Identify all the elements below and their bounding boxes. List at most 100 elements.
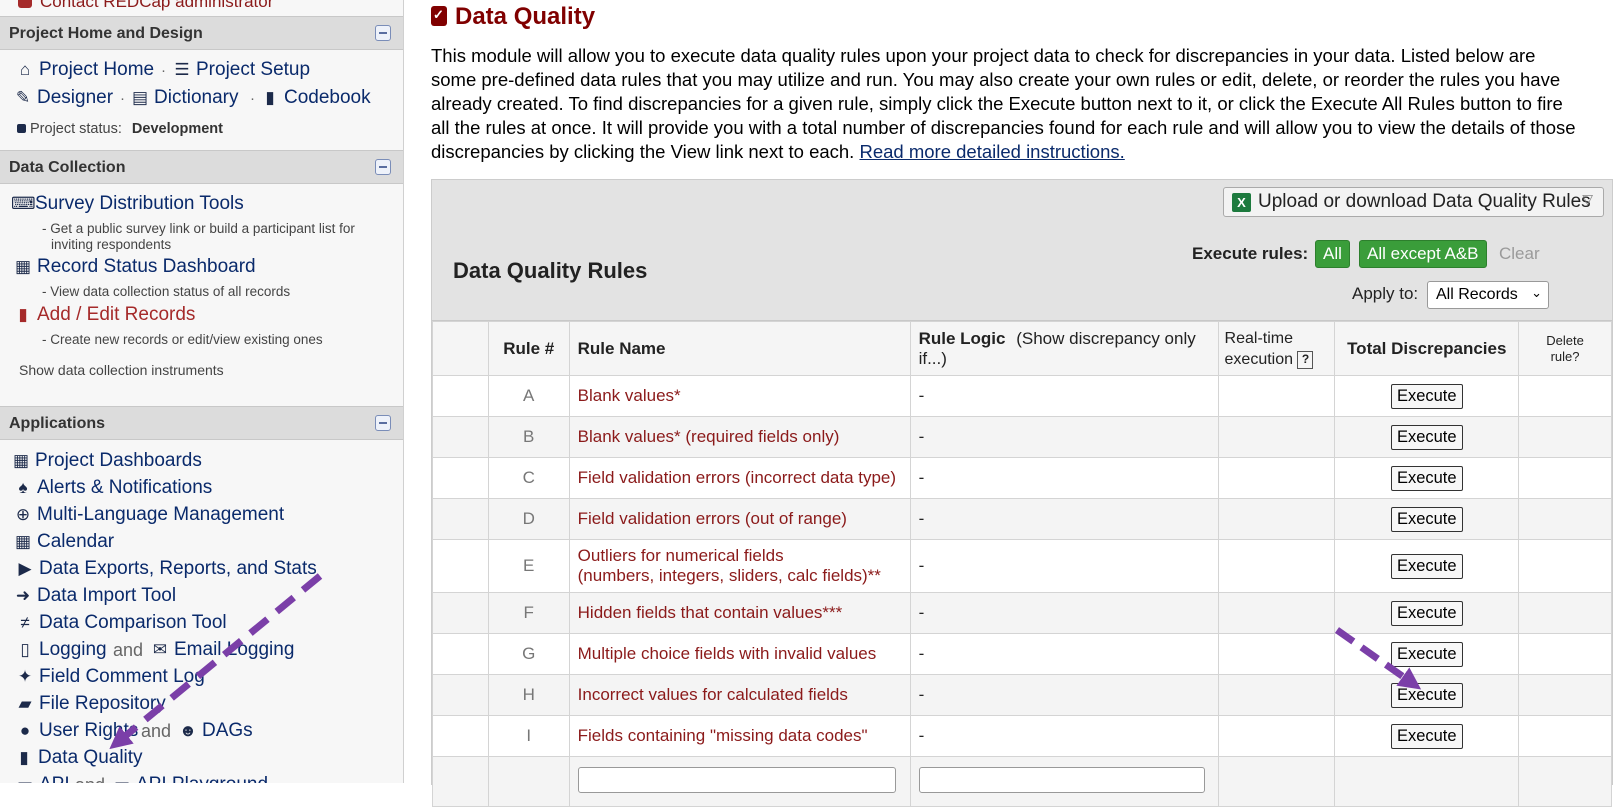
realtime-cell [1217,539,1336,593]
execute-button[interactable]: Execute [1390,424,1463,450]
execute-button[interactable]: Execute [1390,600,1463,626]
project-home-link[interactable]: Project Home [39,59,154,80]
rule-letter: I [487,715,570,757]
exports-link[interactable]: Data Exports, Reports, and Stats [39,558,317,579]
api-link[interactable]: API [39,774,70,783]
api-playground-link[interactable]: API Playground [136,774,268,783]
add-edit-records-link[interactable]: Add / Edit Records [37,304,195,325]
codebook-link[interactable]: Codebook [284,87,371,108]
field-comment-wrap[interactable]: ✦ Field Comment Log [15,666,205,688]
dictionary-link[interactable]: Dictionary [154,87,238,108]
realtime-cell [1217,457,1336,499]
comparison-link[interactable]: Data Comparison Tool [39,612,227,633]
designer-link[interactable]: Designer [37,87,113,108]
execute-all-button[interactable]: All [1315,240,1350,268]
bell-icon: ♠ [18,478,28,497]
drag-handle-cell [432,756,489,807]
realtime-cell [1217,674,1336,716]
upload-download-rules-button[interactable]: X Upload or download Data Quality Rules … [1223,187,1604,217]
calendar-link[interactable]: Calendar [37,531,114,552]
execute-button[interactable]: Execute [1390,682,1463,708]
data-quality-link[interactable]: Data Quality [38,747,143,768]
email-logging-link[interactable]: Email Logging [174,639,294,660]
project-status-label: Project status: [30,121,122,137]
execute-button[interactable]: Execute [1390,383,1463,409]
api-wrap[interactable]: ▭ API [15,774,70,783]
import-link[interactable]: Data Import Tool [37,585,176,606]
add-edit-records-link-wrap[interactable]: ▮ Add / Edit Records [13,304,195,326]
execute-all-except-ab-button[interactable]: All except A&B [1359,240,1487,268]
survey-distribution-link[interactable]: Survey Distribution Tools [35,193,244,214]
email-logging-wrap[interactable]: ✉ Email Logging [150,639,295,661]
alerts-wrap[interactable]: ♠ Alerts & Notifications [13,477,212,499]
comparison-wrap[interactable]: ≠ Data Comparison Tool [15,612,227,634]
user-rights-link[interactable]: User Rights [39,720,138,741]
new-rule-logic-cell [909,756,1219,807]
realtime-header-line1: Real-time [1224,329,1293,347]
record-status-dashboard-link[interactable]: Record Status Dashboard [37,256,256,277]
file-repo-wrap[interactable]: ▰ File Repository [15,693,166,715]
project-setup-link-wrap[interactable]: ☰ Project Setup [172,59,310,81]
delete-cell [1518,592,1612,634]
field-comment-log-link[interactable]: Field Comment Log [39,666,205,687]
drag-handle-cell [432,539,489,593]
alerts-link[interactable]: Alerts & Notifications [37,477,212,498]
collapse-toggle-icon[interactable] [375,415,391,431]
file-repository-link[interactable]: File Repository [39,693,166,714]
drag-handle-cell [432,498,489,540]
project-dashboards-link[interactable]: Project Dashboards [35,450,202,471]
panel-header: X Upload or download Data Quality Rules … [432,180,1612,321]
collapse-toggle-icon[interactable] [375,25,391,41]
rule-name: Incorrect values for calculated fields [568,674,911,716]
logging-link[interactable]: Logging [39,639,107,660]
users-icon: ☻ [179,721,197,740]
rules-table-body: A Blank values* - Execute B Blank values* (re… [432,375,1612,807]
rule-logic: - [909,498,1219,540]
dags-link[interactable]: DAGs [202,720,253,741]
calendar-wrap[interactable]: ▦ Calendar [13,531,114,553]
exports-wrap[interactable]: ▶ Data Exports, Reports, and Stats [15,558,317,580]
new-rule-logic-input[interactable] [918,767,1205,793]
execute-button[interactable]: Execute [1390,641,1463,667]
mlm-link[interactable]: Multi-Language Management [37,504,284,525]
instructions-link[interactable]: Read more detailed instructions. [859,141,1124,162]
collapse-toggle-icon[interactable] [375,159,391,175]
drag-handle-cell [432,592,489,634]
execute-button[interactable]: Execute [1390,553,1463,579]
rule-name-text: Incorrect values for calculated fields [577,685,848,704]
execute-button[interactable]: Execute [1390,723,1463,749]
execute-button[interactable]: Execute [1390,506,1463,532]
project-setup-link[interactable]: Project Setup [196,59,310,80]
logging-wrap[interactable]: ▯ Logging [15,639,107,661]
applications-section: ▦ Project Dashboards ♠ Alerts & Notificati… [0,440,403,783]
show-instruments-link[interactable]: Show data collection instruments [19,362,224,378]
table-row: H Incorrect values for calculated fields -… [432,674,1612,716]
apply-to-select[interactable]: All Records ⌄ [1427,281,1549,309]
contact-admin-link[interactable]: Contact REDCap administrator [40,0,273,12]
record-status-link-wrap[interactable]: ▦ Record Status Dashboard [13,256,256,278]
project-dashboards-wrap[interactable]: ▦ Project Dashboards [11,450,202,472]
total-discrepancies-cell [1334,756,1520,807]
project-home-link-wrap[interactable]: ⌂ Project Home [15,59,154,81]
codebook-link-wrap[interactable]: ▮ Codebook [260,87,371,109]
designer-link-wrap[interactable]: ✎ Designer [13,87,113,109]
survey-distribution-link-wrap[interactable]: ⌨Survey Distribution Tools [11,193,244,215]
rule-name: Outliers for numerical fields (numbers, i… [568,539,911,593]
new-rule-name-input[interactable] [577,767,896,793]
execute-button[interactable]: Execute [1390,465,1463,491]
clear-button[interactable]: Clear [1499,244,1540,264]
dags-wrap[interactable]: ☻ DAGs [178,720,253,742]
import-wrap[interactable]: ➜ Data Import Tool [13,585,176,607]
api-playground-wrap[interactable]: ▭ API Playground [112,774,268,783]
user-rights-wrap[interactable]: ● User Rights [15,720,138,742]
drag-handle-cell [432,375,489,417]
help-question-icon[interactable]: ? [1297,350,1314,369]
delete-cell [1518,674,1612,716]
data-quality-wrap[interactable]: ▮ Data Quality [14,747,143,769]
rule-logic: - [909,416,1219,458]
survey-distribution-desc-2: inviting respondents [51,237,172,252]
book-icon: ▮ [265,88,275,107]
mlm-wrap[interactable]: ⊕ Multi-Language Management [13,504,284,526]
clipboard-check-icon [431,6,447,26]
dictionary-link-wrap[interactable]: ▤ Dictionary [130,87,239,109]
